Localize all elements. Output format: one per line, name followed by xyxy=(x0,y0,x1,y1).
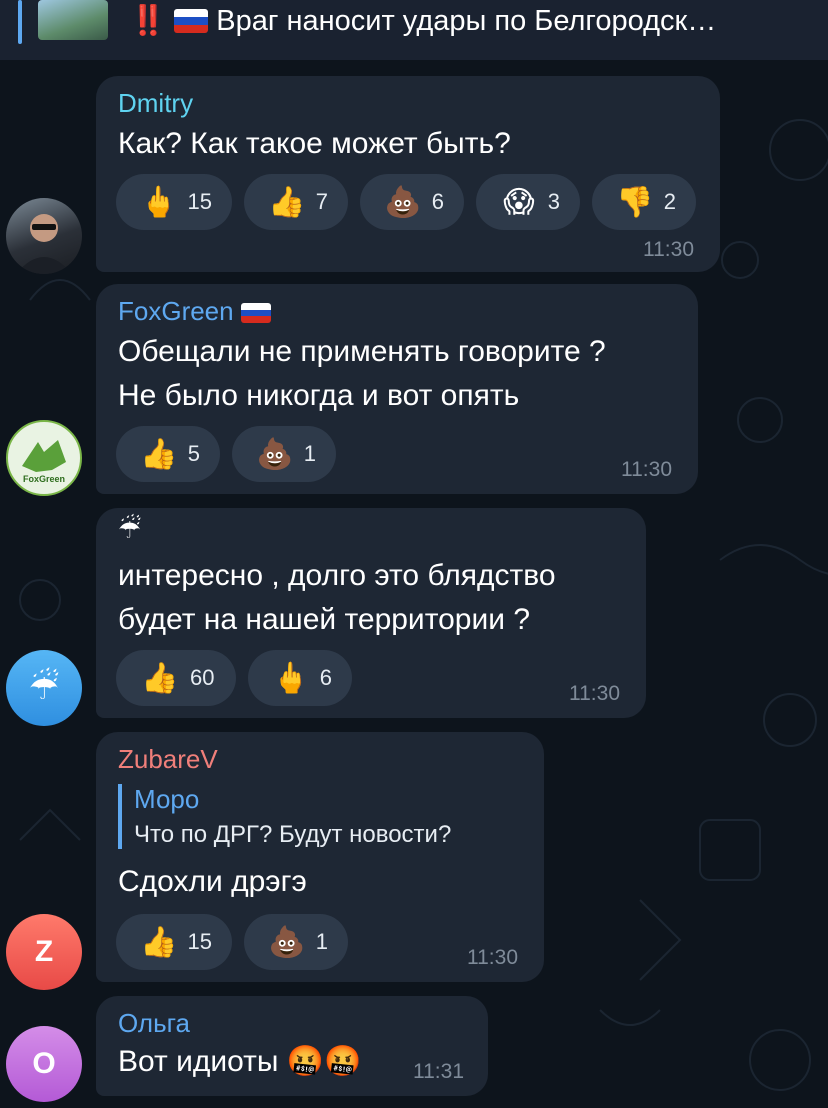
thumbs-down-icon: 👎 xyxy=(616,185,654,219)
sender-name[interactable]: ZubareV xyxy=(118,744,218,775)
reactions-bar: 👍 15 💩 1 xyxy=(116,914,348,970)
message-bubble[interactable]: Ольга Вот идиоты 🤬🤬 11:31 xyxy=(96,996,488,1096)
reaction-count: 7 xyxy=(315,189,328,214)
reaction-chip[interactable]: 😱 3 xyxy=(476,174,580,230)
avatar[interactable]: О xyxy=(6,1026,82,1102)
message-text: Сдохли дрэгэ xyxy=(118,865,307,898)
sender-name[interactable]: Ольга xyxy=(118,1008,190,1039)
pinned-thumbnail xyxy=(38,0,108,40)
reactions-bar: 👍 60 🖕 6 xyxy=(116,650,352,706)
umbrella-icon: ☔ xyxy=(28,669,60,707)
message-text: Не было никогда и вот опять xyxy=(118,379,520,412)
reaction-count: 6 xyxy=(319,665,332,690)
reaction-chip[interactable]: 💩 1 xyxy=(244,914,348,970)
reaction-count: 2 xyxy=(663,189,676,214)
pinned-indicator xyxy=(18,0,22,44)
russia-flag-icon xyxy=(174,9,209,33)
pinned-message-bar[interactable]: ‼️ Враг наносит удары по Белгородск… xyxy=(0,0,828,60)
reaction-count: 3 xyxy=(547,189,560,214)
avatar[interactable] xyxy=(6,198,82,274)
thumbs-up-icon: 👍 xyxy=(140,437,178,471)
thumbs-up-icon: 👍 xyxy=(141,661,179,695)
avatar[interactable]: ☔ xyxy=(6,650,82,726)
reaction-chip[interactable]: 👍 60 xyxy=(116,650,236,706)
reaction-count: 6 xyxy=(431,189,444,214)
reactions-bar: 🖕 15 👍 7 💩 6 😱 3 👎 2 xyxy=(116,174,696,230)
avatar-letter: Z xyxy=(34,935,54,968)
sender-name[interactable]: FoxGreen xyxy=(118,296,271,327)
screaming-face-icon: 😱 xyxy=(503,185,535,219)
thumbs-up-icon: 👍 xyxy=(268,185,306,219)
message-text: Вот идиоты 🤬🤬 xyxy=(118,1045,362,1078)
message-time: 11:31 xyxy=(413,1060,464,1083)
message-text: будет на нашей территории ? xyxy=(118,603,531,636)
message-bubble[interactable]: ZubareV Моро Что по ДРГ? Будут новости? … xyxy=(96,732,544,982)
reply-author: Моро xyxy=(134,784,200,814)
avatar-letter: О xyxy=(32,1047,56,1080)
reaction-chip[interactable]: 💩 1 xyxy=(232,426,336,482)
reaction-count: 1 xyxy=(303,441,316,466)
reaction-count: 1 xyxy=(315,929,328,954)
message-text: Обещали не применять говорите ? xyxy=(118,335,606,368)
reaction-count: 60 xyxy=(190,665,215,690)
message-time: 11:30 xyxy=(621,458,672,481)
reaction-chip[interactable]: 👍 5 xyxy=(116,426,220,482)
avatar-logo-text: FoxGreen xyxy=(23,474,65,484)
reaction-chip[interactable]: 🖕 6 xyxy=(248,650,352,706)
reply-text: Что по ДРГ? Будут новости? xyxy=(134,821,452,848)
reaction-chip[interactable]: 🖕 15 xyxy=(116,174,232,230)
poop-icon: 💩 xyxy=(256,437,294,471)
poop-icon: 💩 xyxy=(384,185,422,219)
message-bubble[interactable]: Dmitry Как? Как такое может быть? 🖕 15 👍 7… xyxy=(96,76,720,272)
message-time: 11:30 xyxy=(569,682,620,705)
middle-finger-icon: 🖕 xyxy=(272,661,310,695)
reply-quote[interactable]: Моро Что по ДРГ? Будут новости? xyxy=(118,784,451,849)
avatar[interactable]: FoxGreen xyxy=(6,420,82,496)
poop-icon: 💩 xyxy=(268,925,306,959)
middle-finger-icon: 🖕 xyxy=(140,185,178,219)
alert-icon: ‼️ xyxy=(130,5,167,37)
sender-name[interactable]: ☔ xyxy=(118,514,141,545)
reaction-count: 15 xyxy=(187,189,212,214)
thumbs-up-icon: 👍 xyxy=(140,925,178,959)
reactions-bar: 👍 5 💩 1 xyxy=(116,426,336,482)
reaction-count: 15 xyxy=(187,929,212,954)
pinned-message-text: ‼️ Враг наносит удары по Белгородск… xyxy=(130,5,717,37)
reaction-chip[interactable]: 💩 6 xyxy=(360,174,464,230)
message-time: 11:30 xyxy=(467,946,518,969)
avatar[interactable]: Z xyxy=(6,914,82,990)
fox-logo-icon: FoxGreen xyxy=(22,440,66,484)
sender-name[interactable]: Dmitry xyxy=(118,88,193,119)
reaction-count: 5 xyxy=(187,441,200,466)
message-bubble[interactable]: FoxGreen Обещали не применять говорите ?… xyxy=(96,284,698,494)
reaction-chip[interactable]: 👎 2 xyxy=(592,174,696,230)
person-photo-icon xyxy=(16,214,72,274)
message-time: 11:30 xyxy=(643,238,694,261)
reaction-chip[interactable]: 👍 7 xyxy=(244,174,348,230)
reaction-chip[interactable]: 👍 15 xyxy=(116,914,232,970)
russia-flag-icon xyxy=(240,303,271,323)
message-text: интересно , долго это блядство xyxy=(118,559,556,592)
message-bubble[interactable]: ☔ интересно , долго это блядство будет н… xyxy=(96,508,646,718)
message-text: Как? Как такое может быть? xyxy=(118,127,511,160)
